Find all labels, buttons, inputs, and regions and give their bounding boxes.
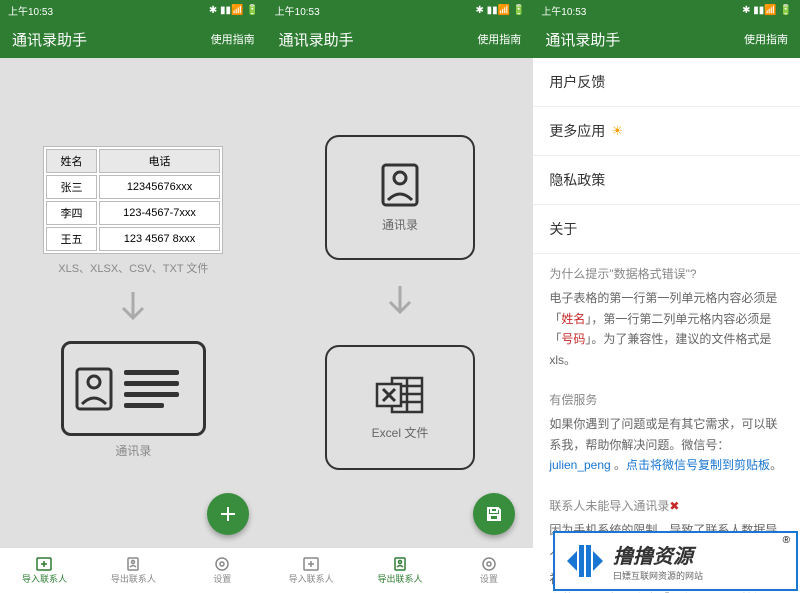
- file-types-label: XLS、XLSX、CSV、TXT 文件: [58, 260, 208, 276]
- app-title: 通讯录助手: [545, 29, 620, 50]
- nav-settings[interactable]: 设置: [444, 548, 533, 593]
- settings-privacy[interactable]: 隐私政策: [533, 156, 800, 205]
- table-row: 张三12345676xxx: [46, 175, 220, 199]
- faq-body: 电子表格的第一行第一列单元格内容必须是「姓名」，第一行第二列单元格内容必须是「号…: [549, 288, 784, 370]
- contacts-label: 通讯录: [382, 216, 418, 233]
- watermark: 撸撸资源 曰嫖互联网资源的网站 ®: [553, 531, 798, 591]
- nav-import[interactable]: 导入联系人: [0, 548, 89, 593]
- nav-export-label: 导出联系人: [377, 572, 422, 585]
- status-icons: ✱ ▮▮📶 🔋: [742, 5, 792, 16]
- watermark-title: 撸撸资源: [613, 540, 703, 569]
- nav-export[interactable]: 导出联系人: [356, 548, 445, 593]
- contacts-card-icon: [61, 341, 206, 436]
- status-bar: 上午10:53 ✱ ▮▮📶 🔋: [0, 0, 267, 20]
- table-header-name: 姓名: [46, 149, 96, 173]
- nav-export-label: 导出联系人: [111, 572, 156, 585]
- status-time: 上午10:53: [8, 3, 53, 18]
- status-bar: 上午10:53 ✱ ▮▮📶 🔋: [533, 0, 800, 20]
- excel-box: Excel 文件: [325, 345, 475, 470]
- faq-title: 联系人未能导入通讯录✖: [549, 496, 784, 516]
- excel-label: Excel 文件: [372, 424, 429, 441]
- app-bar: 通讯录助手 使用指南: [0, 20, 267, 58]
- cross-icon: ✖: [669, 499, 679, 513]
- export-content: 通讯录 Excel 文件: [267, 58, 534, 547]
- settings-content[interactable]: 用户反馈 更多应用☀ 隐私政策 关于 为什么提示"数据格式错误"? 电子表格的第…: [533, 58, 800, 593]
- nav-import-label: 导入联系人: [289, 572, 334, 585]
- app-bar: 通讯录助手 使用指南: [267, 20, 534, 58]
- nav-export[interactable]: 导出联系人: [89, 548, 178, 593]
- bottom-nav: 导入联系人 导出联系人 设置: [267, 547, 534, 593]
- status-bar: 上午10:53 ✱ ▮▮📶 🔋: [267, 0, 534, 20]
- table-row: 王五123 4567 8xxx: [46, 227, 220, 251]
- add-fab[interactable]: [207, 493, 249, 535]
- status-time: 上午10:53: [541, 3, 586, 18]
- guide-button[interactable]: 使用指南: [744, 31, 788, 47]
- status-time: 上午10:53: [275, 3, 320, 18]
- faq-paid-service: 有偿服务 如果你遇到了问题或是有其它需求，可以联系我，帮助你解决问题。微信号：j…: [533, 380, 800, 486]
- import-content: 姓名 电话 张三12345676xxx 李四123-4567-7xxx 王五12…: [0, 58, 267, 547]
- status-icons: ✱ ▮▮📶 🔋: [475, 5, 525, 16]
- settings-about[interactable]: 关于: [533, 205, 800, 254]
- nav-settings-label: 设置: [480, 572, 498, 585]
- screen-import: 上午10:53 ✱ ▮▮📶 🔋 通讯录助手 使用指南 姓名 电话 张三12345…: [0, 0, 267, 593]
- contacts-label: 通讯录: [115, 442, 151, 459]
- watermark-logo-icon: [565, 541, 605, 581]
- nav-import[interactable]: 导入联系人: [267, 548, 356, 593]
- bottom-nav: 导入联系人 导出联系人 设置: [0, 547, 267, 593]
- settings-more-apps[interactable]: 更多应用☀: [533, 107, 800, 156]
- table-row: 李四123-4567-7xxx: [46, 201, 220, 225]
- faq-title: 为什么提示"数据格式错误"?: [549, 264, 784, 284]
- registered-icon: ®: [783, 535, 790, 546]
- save-fab[interactable]: [473, 493, 515, 535]
- app-title: 通讯录助手: [279, 29, 354, 50]
- screen-export: 上午10:53 ✱ ▮▮📶 🔋 通讯录助手 使用指南 通讯录 Excel 文件 …: [267, 0, 534, 593]
- faq-title: 有偿服务: [549, 390, 784, 410]
- copy-wechat-link[interactable]: 点击将微信号复制到剪贴板: [626, 458, 770, 472]
- table-header-phone: 电话: [99, 149, 221, 173]
- sun-icon: ☀: [611, 123, 623, 139]
- guide-button[interactable]: 使用指南: [211, 31, 255, 47]
- nav-settings-label: 设置: [213, 572, 231, 585]
- faq-data-format: 为什么提示"数据格式错误"? 电子表格的第一行第一列单元格内容必须是「姓名」，第…: [533, 254, 800, 380]
- screen-settings: 上午10:53 ✱ ▮▮📶 🔋 通讯录助手 使用指南 用户反馈 更多应用☀ 隐私…: [533, 0, 800, 593]
- nav-import-label: 导入联系人: [22, 572, 67, 585]
- guide-button[interactable]: 使用指南: [477, 31, 521, 47]
- app-title: 通讯录助手: [12, 29, 87, 50]
- faq-body: 如果你遇到了问题或是有其它需求，可以联系我，帮助你解决问题。微信号：julien…: [549, 414, 784, 475]
- arrow-down-icon: [386, 284, 414, 321]
- wechat-id[interactable]: julien_peng: [549, 458, 610, 472]
- contact-lines: [124, 370, 179, 408]
- status-icons: ✱ ▮▮📶 🔋: [209, 5, 259, 16]
- app-bar: 通讯录助手 使用指南: [533, 20, 800, 58]
- nav-settings[interactable]: 设置: [178, 548, 267, 593]
- contacts-box: 通讯录: [325, 135, 475, 260]
- sample-table: 姓名 电话 张三12345676xxx 李四123-4567-7xxx 王五12…: [43, 146, 223, 254]
- settings-feedback[interactable]: 用户反馈: [533, 58, 800, 107]
- watermark-subtitle: 曰嫖互联网资源的网站: [613, 569, 703, 582]
- arrow-down-icon: [119, 290, 147, 327]
